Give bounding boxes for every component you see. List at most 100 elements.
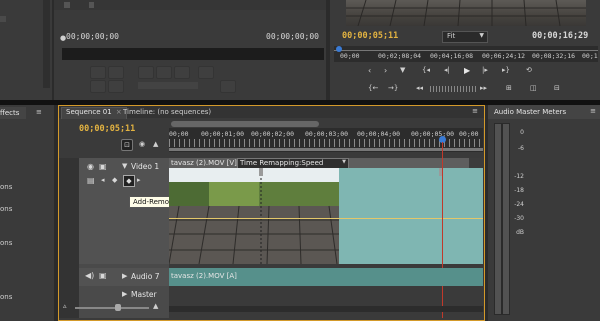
tab-sequence-01[interactable]: Sequence 01 × — [61, 107, 127, 119]
source-loop-button[interactable] — [198, 66, 214, 79]
source-timecode-left[interactable]: 00;00;00;00 — [66, 32, 119, 41]
effects-panel: ffects ≡ ons ons ons ons — [0, 105, 54, 321]
timeline-hscroll[interactable] — [169, 306, 483, 312]
source-mark-in-button[interactable] — [90, 66, 106, 79]
audio-clip[interactable]: tavasz (2).MOV [A] — [169, 268, 483, 286]
timeline-zoom-bar[interactable] — [171, 121, 319, 127]
zoom-out-icon[interactable]: ▵ — [63, 302, 67, 310]
display-style-icon[interactable]: ▤ — [87, 176, 95, 185]
lock-icon[interactable]: ▣ — [99, 162, 107, 171]
eye-icon[interactable]: ◉ — [87, 162, 94, 171]
video-track-name[interactable]: Video 1 — [131, 162, 159, 171]
clip-thumbnail — [169, 168, 339, 264]
work-area-bar[interactable] — [169, 148, 483, 151]
effect-dropdown-label: Time Remapping:Speed — [240, 159, 324, 167]
clip-speed-region[interactable] — [339, 168, 483, 264]
program-frame-pavement — [346, 0, 586, 26]
meter-scale-label: -24 — [514, 201, 524, 208]
add-remove-keyframe-button[interactable]: ◆ — [123, 175, 135, 187]
program-ruler[interactable]: 00;00 00;02;08;04 00;04;16;08 00;06;24;1… — [334, 46, 598, 62]
source-mark-out-button[interactable] — [108, 66, 124, 79]
source-step-forward-button[interactable] — [174, 66, 190, 79]
marker-icon[interactable]: ▲ — [153, 140, 158, 148]
trim-icon[interactable]: ⊞ — [506, 84, 512, 92]
speaker-icon[interactable]: ◀) — [85, 271, 94, 280]
shuttle-right-icon[interactable]: ▸▸ — [480, 84, 487, 92]
expand-triangle-icon[interactable]: ▶ — [122, 272, 127, 280]
program-transport-row2: {← →} ◂◂ ▸▸ ⊞ ◫ ⊟ — [368, 84, 588, 96]
program-timecode-duration: 00;00;16;29 — [532, 31, 589, 41]
audio-master-meters: Audio Master Meters ≡ 0 -6 -12 -18 -24 -… — [488, 105, 600, 321]
zoom-track[interactable] — [75, 307, 149, 309]
left-top-scroll[interactable] — [43, 0, 50, 88]
step-forward-icon[interactable]: |▸ — [482, 66, 488, 74]
zoom-in-icon[interactable]: ▲ — [153, 302, 158, 310]
program-ruler-label: 00;02;08;04 — [378, 52, 422, 60]
shuttle-left-icon[interactable]: ◂◂ — [416, 84, 423, 92]
effects-tab[interactable]: ffects — [0, 107, 26, 119]
meter-scale-label: dB — [516, 229, 524, 236]
master-track-name[interactable]: Master — [131, 290, 157, 299]
tab-timeline-no-sequences[interactable]: Timeline: (no sequences) — [123, 108, 211, 116]
program-video-frame — [346, 0, 586, 26]
program-fit-dropdown[interactable]: Fit ▼ — [442, 31, 488, 43]
extract-icon[interactable]: →} — [388, 84, 398, 92]
meter-scale-label: -30 — [514, 215, 524, 222]
source-insert-button[interactable] — [90, 80, 106, 93]
master-track-header: ▶ Master — [79, 288, 169, 302]
keyframe-nav-left-icon[interactable]: ◂ — [101, 176, 105, 184]
step-back-icon[interactable]: ◂| — [444, 66, 450, 74]
go-to-out-icon[interactable]: ▸} — [502, 66, 510, 74]
playhead-line[interactable] — [442, 142, 443, 318]
lift-icon[interactable]: {← — [368, 84, 378, 92]
source-jog[interactable] — [138, 82, 198, 89]
effects-row-label[interactable]: ons — [0, 205, 12, 213]
timeline-panel-menu-icon[interactable]: ≡ — [472, 107, 478, 115]
keyframe-nav-right-icon[interactable]: ▸ — [137, 176, 141, 184]
source-export-button[interactable] — [220, 80, 236, 93]
expand-triangle-icon[interactable]: ▼ — [122, 162, 127, 170]
effects-row-label[interactable]: ons — [0, 293, 12, 301]
thumbnail-scene — [169, 168, 339, 264]
timeline-timecode[interactable]: 00;00;05;11 — [79, 124, 135, 134]
mark-in-icon[interactable]: ‹ — [368, 66, 371, 75]
timeline-tabbar: Sequence 01 × Timeline: (no sequences) ≡ — [59, 106, 484, 119]
audio-track-name[interactable]: Audio 7 — [131, 272, 159, 281]
program-timecode-current[interactable]: 00;00;05;11 — [342, 31, 398, 41]
meters-panel-menu-icon[interactable]: ≡ — [590, 107, 596, 115]
expand-triangle-icon[interactable]: ▶ — [122, 290, 127, 298]
loop-icon[interactable]: ⟲ — [526, 66, 532, 74]
clip-header[interactable]: tavasz (2).MOV [V] Time Remapping:Speed … — [169, 158, 469, 169]
timeline-ruler[interactable]: 00;00 00;00;01;00 00;00;02;00 00;00;03;0… — [169, 128, 483, 152]
set-marker-icon[interactable]: ◉ — [139, 140, 145, 148]
effects-row-label[interactable]: ons — [0, 183, 12, 191]
zoom-thumb[interactable] — [115, 304, 121, 311]
source-overlay-button[interactable] — [108, 80, 124, 93]
audio-clip-label: tavasz (2).MOV [A] — [171, 272, 237, 280]
export-frame-icon[interactable]: ◫ — [530, 84, 537, 92]
audio-track-header: ◀) ▣ ▶ Audio 7 — [79, 268, 169, 286]
jog-wheel[interactable] — [430, 86, 476, 92]
source-step-back-button[interactable] — [138, 66, 154, 79]
marker-icon[interactable]: ▼ — [400, 66, 405, 74]
snap-button[interactable]: ⊡ — [121, 139, 133, 151]
go-to-in-icon[interactable]: {◂ — [422, 66, 430, 74]
tab-sequence-01-label: Sequence 01 — [66, 108, 112, 116]
output-icon[interactable]: ⊟ — [554, 84, 560, 92]
play-icon[interactable]: ▶ — [464, 66, 470, 75]
source-timebar[interactable] — [62, 48, 324, 60]
panel-menu-icon[interactable]: ≡ — [36, 108, 42, 116]
source-transport — [90, 66, 290, 93]
meters-title[interactable]: Audio Master Meters — [494, 108, 566, 116]
close-icon[interactable]: × — [116, 108, 122, 116]
effects-row-label[interactable]: ons — [0, 239, 12, 247]
speed-keyframe-marker[interactable] — [259, 168, 263, 176]
left-top-indicator — [0, 16, 6, 22]
video-clip[interactable]: tavasz (2).MOV [V] Time Remapping:Speed … — [169, 158, 483, 264]
time-remap-line[interactable] — [169, 218, 483, 219]
mark-out-icon[interactable]: › — [384, 66, 387, 75]
zoom-slider[interactable]: ▵ ▲ — [63, 302, 163, 312]
source-play-button[interactable] — [156, 66, 172, 79]
keyframe-icon[interactable]: ◆ — [112, 176, 117, 184]
lock-icon[interactable]: ▣ — [99, 271, 107, 280]
